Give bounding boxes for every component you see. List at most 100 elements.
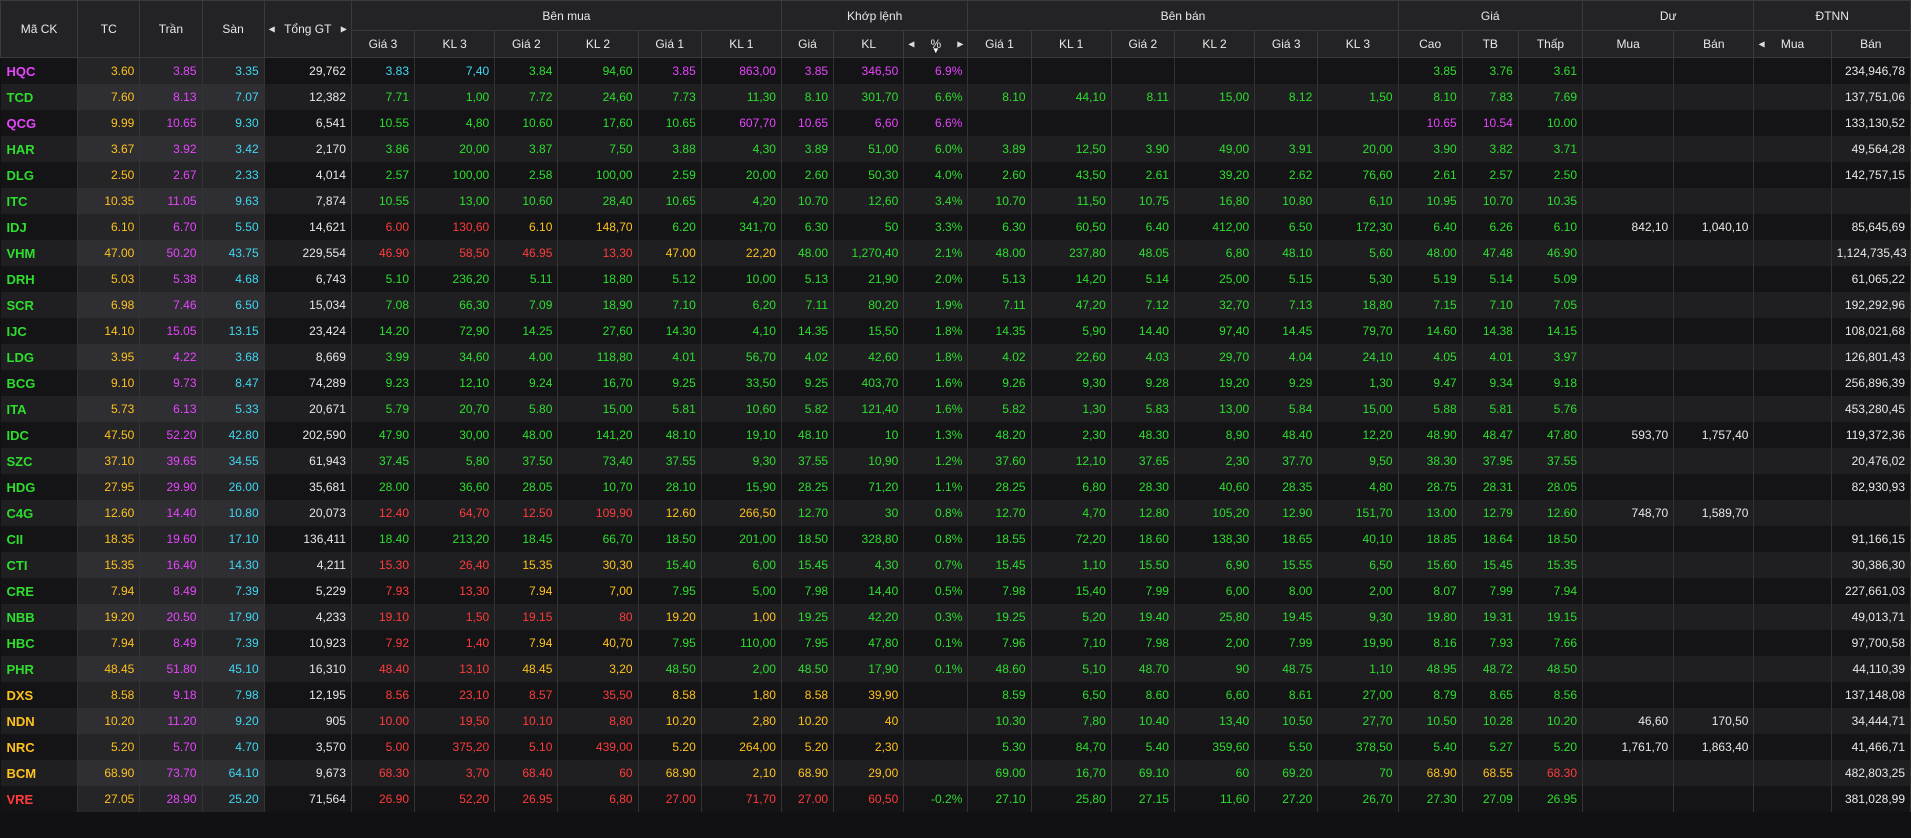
mp-cell: 10.65 — [781, 110, 835, 136]
floor-price-cell: 7.39 — [202, 578, 265, 604]
floor-price-cell: 13.15 — [202, 318, 265, 344]
sk2-cell — [1174, 57, 1256, 84]
table-row[interactable]: HAR 3.67 3.92 3.42 2,170 3.86 20,00 3.87 7,50 3.8… — [0, 136, 1911, 162]
table-row[interactable]: ITA 5.73 6.13 5.33 20,671 5.79 20,70 5.80 15,00 5… — [0, 396, 1911, 422]
hi-cell: 48.00 — [1398, 240, 1463, 266]
col-total-value[interactable]: ◀ Tổng GT ▶ — [263, 0, 352, 58]
col-match-vol[interactable]: KL — [833, 30, 905, 58]
bk2-cell: 40,70 — [557, 630, 639, 656]
col-foreign-sell[interactable]: Bán — [1830, 30, 1911, 58]
symbol-cell: NBB — [0, 604, 79, 630]
table-row[interactable]: ITC 10.35 11.05 9.63 7,874 10.55 13,00 10.60 28,… — [0, 188, 1911, 214]
b1-cell: 7.73 — [638, 84, 702, 110]
col-match-price[interactable]: Giá — [780, 30, 835, 58]
col-avg[interactable]: TB — [1461, 30, 1519, 58]
col-remain-buy[interactable]: Mua — [1581, 30, 1675, 58]
s1-cell: 18.55 — [967, 526, 1032, 552]
foreign-buy-cell — [1753, 708, 1832, 734]
table-row[interactable]: BCG 9.10 9.73 8.47 74,289 9.23 12,10 9.24 16,70 9… — [0, 370, 1911, 396]
table-row[interactable]: HBC 7.94 8.49 7.39 10,923 7.92 1,40 7.94 40,70 7.… — [0, 630, 1911, 656]
bk2-cell: 6,80 — [557, 786, 639, 812]
remain-sell-cell — [1673, 84, 1755, 110]
table-row[interactable]: IDJ 6.10 6.70 5.50 14,621 6.00 130,60 6.10 148,7… — [0, 214, 1911, 240]
foreign-sell-cell — [1831, 500, 1911, 526]
lo-cell: 19.15 — [1518, 604, 1584, 630]
col-sell-price-2[interactable]: Giá 2 — [1110, 30, 1175, 58]
sk3-cell: 15,00 — [1317, 396, 1399, 422]
col-buy-price-2[interactable]: Giá 2 — [494, 30, 559, 58]
foreign-sell-cell: 44,110,39 — [1831, 656, 1911, 682]
table-row[interactable]: SCR 6.98 7.46 6.50 15,034 7.08 66,30 7.09 18,90 7… — [0, 292, 1911, 318]
remain-buy-cell — [1582, 136, 1675, 162]
table-row[interactable]: NDN 10.20 11.20 9.20 905 10.00 19,50 10.10 8,80 1… — [0, 708, 1911, 734]
b1-cell: 10.65 — [638, 188, 702, 214]
bk3-cell: 52,20 — [414, 786, 496, 812]
mp-cell: 15.45 — [781, 552, 835, 578]
table-row[interactable]: VRE 27.05 28.90 25.20 71,564 26.90 52,20 26.95 6… — [0, 786, 1911, 812]
total-value-cell: 905 — [264, 708, 352, 734]
table-row[interactable]: DXS 8.58 9.18 7.98 12,195 8.56 23,10 8.57 35,50 8… — [0, 682, 1911, 708]
table-row[interactable]: BCM 68.90 73.70 64.10 9,673 68.30 3,70 68.40 60 6… — [0, 760, 1911, 786]
col-buy-price-1[interactable]: Giá 1 — [637, 30, 702, 58]
caret-right-icon[interactable]: ▶ — [957, 40, 963, 49]
col-sell-price-1[interactable]: Giá 1 — [967, 30, 1032, 58]
col-low[interactable]: Thấp — [1517, 30, 1584, 58]
table-row[interactable]: LDG 3.95 4.22 3.68 8,669 3.99 34,60 4.00 118,80 4… — [0, 344, 1911, 370]
col-sell-vol-3[interactable]: KL 3 — [1317, 30, 1399, 58]
table-row[interactable]: DRH 5.03 5.38 4.68 6,743 5.10 236,20 5.11 18,80 5… — [0, 266, 1911, 292]
table-row[interactable]: CRE 7.94 8.49 7.39 5,229 7.93 13,30 7.94 7,00 7.9… — [0, 578, 1911, 604]
table-row[interactable]: C4G 12.60 14.40 10.80 20,073 12.40 64,70 12.50 1… — [0, 500, 1911, 526]
col-ref[interactable]: TC — [77, 0, 141, 58]
bk1-cell: 6,20 — [701, 292, 782, 318]
b2-cell: 10.60 — [494, 110, 559, 136]
ref-price-cell: 9.99 — [77, 110, 141, 136]
col-sell-vol-1[interactable]: KL 1 — [1030, 30, 1112, 58]
col-buy-vol-1[interactable]: KL 1 — [700, 30, 782, 58]
col-foreign-buy[interactable]: ◀ Mua — [1753, 30, 1832, 58]
caret-left-icon[interactable]: ◀ — [1758, 40, 1764, 49]
ref-price-cell: 10.20 — [77, 708, 141, 734]
table-row[interactable]: CII 18.35 19.60 17.10 136,411 18.40 213,20 18.4… — [0, 526, 1911, 552]
table-row[interactable]: NBB 19.20 20.50 17.90 4,233 19.10 1,50 19.15 80 1… — [0, 604, 1911, 630]
caret-right-icon[interactable]: ▶ — [341, 25, 347, 34]
table-row[interactable]: HQC 3.60 3.85 3.35 29,762 3.83 7,40 3.84 94,60 3.… — [0, 57, 1911, 84]
caret-left-icon[interactable]: ◀ — [908, 40, 914, 49]
col-buy-vol-3[interactable]: KL 3 — [414, 30, 496, 58]
mk-cell: 6,60 — [833, 110, 905, 136]
col-buy-vol-2[interactable]: KL 2 — [557, 30, 639, 58]
table-row[interactable]: IJC 14.10 15.05 13.15 23,424 14.20 72,90 14.25 2… — [0, 318, 1911, 344]
table-row[interactable]: IDC 47.50 52.20 42.80 202,590 47.90 30,00 48.00… — [0, 422, 1911, 448]
symbol-cell: IJC — [0, 318, 79, 344]
table-row[interactable]: DLG 2.50 2.67 2.33 4,014 2.57 100,00 2.58 100,00… — [0, 162, 1911, 188]
mk-cell: 60,50 — [833, 786, 905, 812]
table-row[interactable]: VHM 47.00 50.20 43.75 229,554 46.90 58,50 46.95… — [0, 240, 1911, 266]
sk3-cell: 151,70 — [1317, 500, 1399, 526]
table-row[interactable]: TCD 7.60 8.13 7.07 12,382 7.71 1,00 7.72 24,60 7.… — [0, 84, 1911, 110]
col-high[interactable]: Cao — [1397, 30, 1463, 58]
table-row[interactable]: PHR 48.45 51.80 45.10 16,310 48.40 13,10 48.45 3… — [0, 656, 1911, 682]
ceil-price-cell: 73.70 — [139, 760, 203, 786]
bk2-cell: 10,70 — [557, 474, 639, 500]
table-row[interactable]: QCG 9.99 10.65 9.30 6,541 10.55 4,80 10.60 17,60… — [0, 110, 1911, 136]
col-symbol[interactable]: Mã CK — [0, 0, 79, 58]
col-remain-sell[interactable]: Bán — [1673, 30, 1755, 58]
sort-desc-icon[interactable]: ▼ — [932, 46, 940, 55]
col-sell-price-3[interactable]: Giá 3 — [1254, 30, 1319, 58]
lo-cell: 5.09 — [1518, 266, 1584, 292]
table-row[interactable]: NRC 5.20 5.70 4.70 3,570 5.00 375,20 5.10 439,00… — [0, 734, 1911, 760]
table-row[interactable]: CTI 15.35 16.40 14.30 4,211 15.30 26,40 15.35 30… — [0, 552, 1911, 578]
col-buy-price-3[interactable]: Giá 3 — [350, 30, 416, 58]
table-row[interactable]: HDG 27.95 29.90 26.00 35,681 28.00 36,60 28.05 1… — [0, 474, 1911, 500]
bk2-cell: 109,90 — [557, 500, 639, 526]
symbol-cell: PHR — [0, 656, 79, 682]
col-sell-vol-2[interactable]: KL 2 — [1173, 30, 1256, 58]
symbol-cell: DXS — [0, 682, 79, 708]
mk-cell: 30 — [833, 500, 905, 526]
remain-buy-cell — [1582, 578, 1675, 604]
col-floor[interactable]: Sàn — [201, 0, 265, 58]
col-ceil[interactable]: Trần — [139, 0, 203, 58]
table-row[interactable]: SZC 37.10 39.65 34.55 61,943 37.45 5,80 37.50 73… — [0, 448, 1911, 474]
col-match-pct[interactable]: ◀ % ▶ ▼ — [903, 30, 969, 58]
caret-left-icon[interactable]: ◀ — [269, 25, 275, 34]
symbol-cell: HAR — [0, 136, 79, 162]
